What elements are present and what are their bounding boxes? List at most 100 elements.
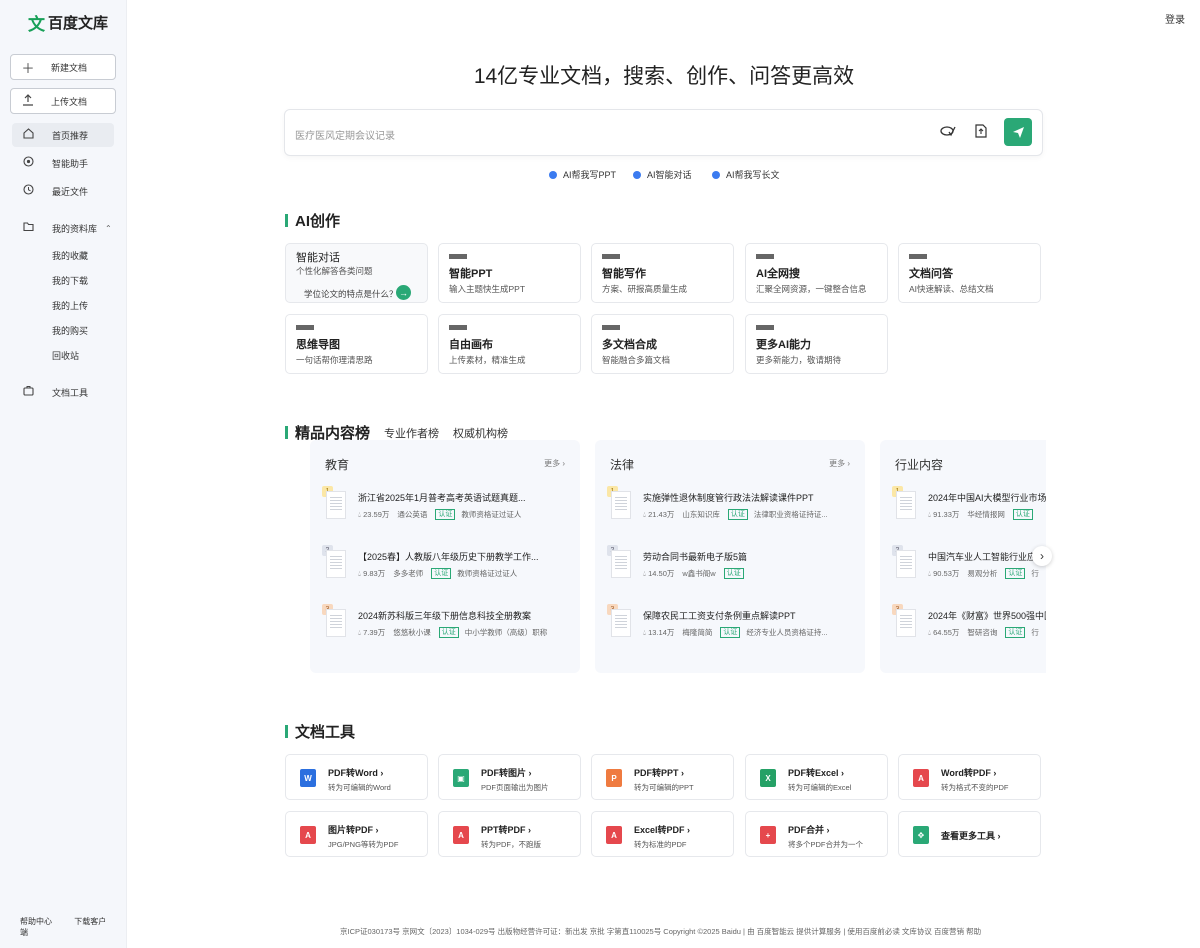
- send-button[interactable]: [1004, 118, 1032, 146]
- rank-column-education: 教育 更多 › 1 浙江省2025年1月普考高考英语试题真题... 💧︎ 23.…: [310, 440, 580, 673]
- sample-question[interactable]: 学位论文的特点是什么？: [304, 288, 398, 300]
- chevron-up-icon[interactable]: ⌃: [105, 224, 112, 233]
- author-name: 山东知识库: [682, 510, 720, 519]
- logo[interactable]: 文 百度文库: [28, 10, 108, 35]
- card-desc: 更多新能力，敬请期待: [756, 355, 842, 365]
- item-meta: 💧︎ 13.14万 梅隆简简 认证 经济专业人员资格证持...: [643, 627, 828, 638]
- ai-card-canvas[interactable]: 自由画布 上传素材，精准生成: [438, 314, 581, 374]
- library-purchases[interactable]: 我的购买: [52, 324, 88, 337]
- tab-pro-authors[interactable]: 专业作者榜: [384, 425, 439, 441]
- nav-recent[interactable]: 最近文件: [12, 179, 114, 203]
- ai-card-docqa[interactable]: 文档问答 AI快速解读、总结文档: [898, 243, 1041, 303]
- library-downloads[interactable]: 我的下载: [52, 274, 88, 287]
- card-icon: [602, 254, 620, 259]
- views-icon: 💧︎ 64.55万: [928, 628, 960, 637]
- send-icon: [1012, 126, 1024, 138]
- list-item[interactable]: 3 2024新苏科版三年级下册信息科技全册教案 💧︎ 7.39万 悠悠秋小课 认…: [322, 604, 572, 644]
- doc-thumbnail: [326, 550, 346, 578]
- login-link[interactable]: 登录: [1165, 11, 1185, 26]
- arrow-right-icon[interactable]: →: [396, 285, 411, 300]
- item-title[interactable]: 2024新苏科版三年级下册信息科技全册教案: [358, 609, 570, 622]
- card-desc: 上传素材，精准生成: [449, 355, 526, 365]
- list-item[interactable]: 3 2024年《财富》世界500强中国 💧︎ 64.55万 智研咨询 认证 行: [892, 604, 1046, 644]
- upload-icon: [21, 93, 35, 109]
- card-desc: AI快速解读、总结文档: [909, 284, 994, 294]
- ai-card-ppt[interactable]: 智能PPT 输入主题快生成PPT: [438, 243, 581, 303]
- tool-desc: 转为可编辑的PPT: [634, 783, 694, 792]
- tool-card[interactable]: ▣ PDF转图片 › PDF页面输出为图片: [438, 754, 581, 800]
- views-icon: 💧︎ 7.39万: [358, 628, 386, 637]
- nav-library[interactable]: 我的资料库 ⌃: [12, 216, 114, 240]
- list-item[interactable]: 2 中国汽车业人工智能行业应用 💧︎ 90.53万 易观分析 认证 行: [892, 545, 1046, 585]
- deep-think-icon[interactable]: [940, 124, 956, 141]
- upload-file-icon[interactable]: [975, 124, 987, 141]
- search-input[interactable]: 医疗医风定期会议记录: [295, 127, 395, 142]
- item-title[interactable]: 浙江省2025年1月普考高考英语试题真题...: [358, 491, 570, 504]
- card-desc: 方案、研报高质量生成: [602, 284, 688, 294]
- views-icon: 💧︎ 14.50万: [643, 569, 675, 578]
- rank-column-industry: 行业内容 1 2024年中国AI大模型行业市场发展 💧︎ 91.33万 华经情报…: [880, 440, 1046, 673]
- tool-card[interactable]: A Word转PDF › 转为格式不变的PDF: [898, 754, 1041, 800]
- quick-link-ai-chat[interactable]: AI智能对话: [633, 168, 692, 181]
- title-accent: [285, 426, 288, 439]
- ai-card-multidoc[interactable]: 多文档合成 智能融合多篇文档: [591, 314, 734, 374]
- tool-card[interactable]: W PDF转Word › 转为可编辑的Word: [285, 754, 428, 800]
- site-footer: 京ICP证030173号 京网文〔2023〕1034-029号 出版物经营许可证…: [340, 927, 982, 936]
- nav-doc-tools[interactable]: 文档工具: [12, 380, 114, 404]
- more-link[interactable]: 更多 ›: [829, 458, 850, 469]
- ai-card-chat[interactable]: 智能对话 个性化解答各类问题 学位论文的特点是什么？ →: [285, 243, 428, 303]
- toolbox-icon: [22, 385, 34, 399]
- new-document-button[interactable]: ＋ 新建文档: [10, 54, 116, 80]
- list-item[interactable]: 1 2024年中国AI大模型行业市场发展 💧︎ 91.33万 华经情报网 认证: [892, 486, 1046, 526]
- library-uploads[interactable]: 我的上传: [52, 299, 88, 312]
- item-title[interactable]: 2024年《财富》世界500强中国: [928, 609, 1046, 622]
- list-item[interactable]: 1 浙江省2025年1月普考高考英语试题真题... 💧︎ 23.59万 通公英语…: [322, 486, 572, 526]
- nav-assistant[interactable]: 智能助手: [12, 151, 114, 175]
- tool-desc: 转为可编辑的Excel: [788, 783, 852, 792]
- more-link[interactable]: 更多 ›: [544, 458, 565, 469]
- list-item[interactable]: 2 劳动合同书最新电子版5篇 💧︎ 14.50万 w鑫书阁w 认证: [607, 545, 857, 585]
- doc-thumbnail: [611, 491, 631, 519]
- nav-home[interactable]: 首页推荐: [12, 123, 114, 147]
- plus-icon: ＋: [21, 60, 35, 76]
- tab-institutions[interactable]: 权威机构榜: [453, 425, 508, 441]
- carousel-next-button[interactable]: ›: [1032, 546, 1052, 566]
- doc-thumbnail: [896, 609, 916, 637]
- ai-card-websearch[interactable]: AI全网搜 汇聚全网资源，一键整合信息: [745, 243, 888, 303]
- list-item[interactable]: 3 保障农民工工资支付条例重点解读PPT 💧︎ 13.14万 梅隆简简 认证 经…: [607, 604, 857, 644]
- grid-icon: ✥: [913, 826, 929, 844]
- list-item[interactable]: 1 实施弹性退休制度管行政法法解读课件PPT 💧︎ 21.43万 山东知识库 认…: [607, 486, 857, 526]
- verified-badge: 认证: [1005, 627, 1026, 638]
- item-meta: 💧︎ 23.59万 通公英语 认证 教师资格证过证人: [358, 509, 521, 520]
- item-title[interactable]: 2024年中国AI大模型行业市场发展: [928, 491, 1046, 504]
- nav-home-label: 首页推荐: [52, 130, 89, 141]
- tool-card[interactable]: A PPT转PDF › 转为PDF，不跑版: [438, 811, 581, 857]
- upload-document-button[interactable]: 上传文档: [10, 88, 116, 114]
- help-center-link[interactable]: 帮助中心: [20, 917, 52, 926]
- tool-card[interactable]: A Excel转PDF › 转为标准的PDF: [591, 811, 734, 857]
- ai-card-writing[interactable]: 智能写作 方案、研报高质量生成: [591, 243, 734, 303]
- item-title[interactable]: 实施弹性退休制度管行政法法解读课件PPT: [643, 491, 855, 504]
- item-title[interactable]: 保障农民工工资支付条例重点解读PPT: [643, 609, 855, 622]
- tool-name: PDF转图片 ›: [481, 768, 532, 778]
- tool-card[interactable]: X PDF转Excel › 转为可编辑的Excel: [745, 754, 888, 800]
- tool-card[interactable]: P PDF转PPT › 转为可编辑的PPT: [591, 754, 734, 800]
- search-box[interactable]: 医疗医风定期会议记录: [284, 109, 1043, 156]
- card-title: AI全网搜: [756, 268, 800, 280]
- card-icon: [449, 325, 467, 330]
- list-item[interactable]: 2 【2025春】人教版八年级历史下册教学工作... 💧︎ 9.83万 多多老师…: [322, 545, 572, 585]
- tool-card[interactable]: ✥ 查看更多工具 ›: [898, 811, 1041, 857]
- tool-card[interactable]: A 图片转PDF › JPG/PNG等转为PDF: [285, 811, 428, 857]
- item-title[interactable]: 中国汽车业人工智能行业应用: [928, 550, 1046, 563]
- verified-badge: 认证: [438, 627, 459, 638]
- item-title[interactable]: 劳动合同书最新电子版5篇: [643, 550, 855, 563]
- item-title[interactable]: 【2025春】人教版八年级历史下册教学工作...: [358, 550, 570, 563]
- library-favorites[interactable]: 我的收藏: [52, 249, 88, 262]
- ai-card-more[interactable]: 更多AI能力 更多新能力，敬请期待: [745, 314, 888, 374]
- library-recycle-bin[interactable]: 回收站: [52, 349, 79, 362]
- quick-link-ai-ppt[interactable]: AI帮我写PPT: [549, 168, 616, 181]
- logo-text: 百度文库: [48, 15, 109, 32]
- ai-card-mindmap[interactable]: 思维导图 一句话帮你理清思路: [285, 314, 428, 374]
- tool-card[interactable]: + PDF合并 › 将多个PDF合并为一个: [745, 811, 888, 857]
- quick-link-ai-longtext[interactable]: AI帮我写长文: [712, 168, 780, 181]
